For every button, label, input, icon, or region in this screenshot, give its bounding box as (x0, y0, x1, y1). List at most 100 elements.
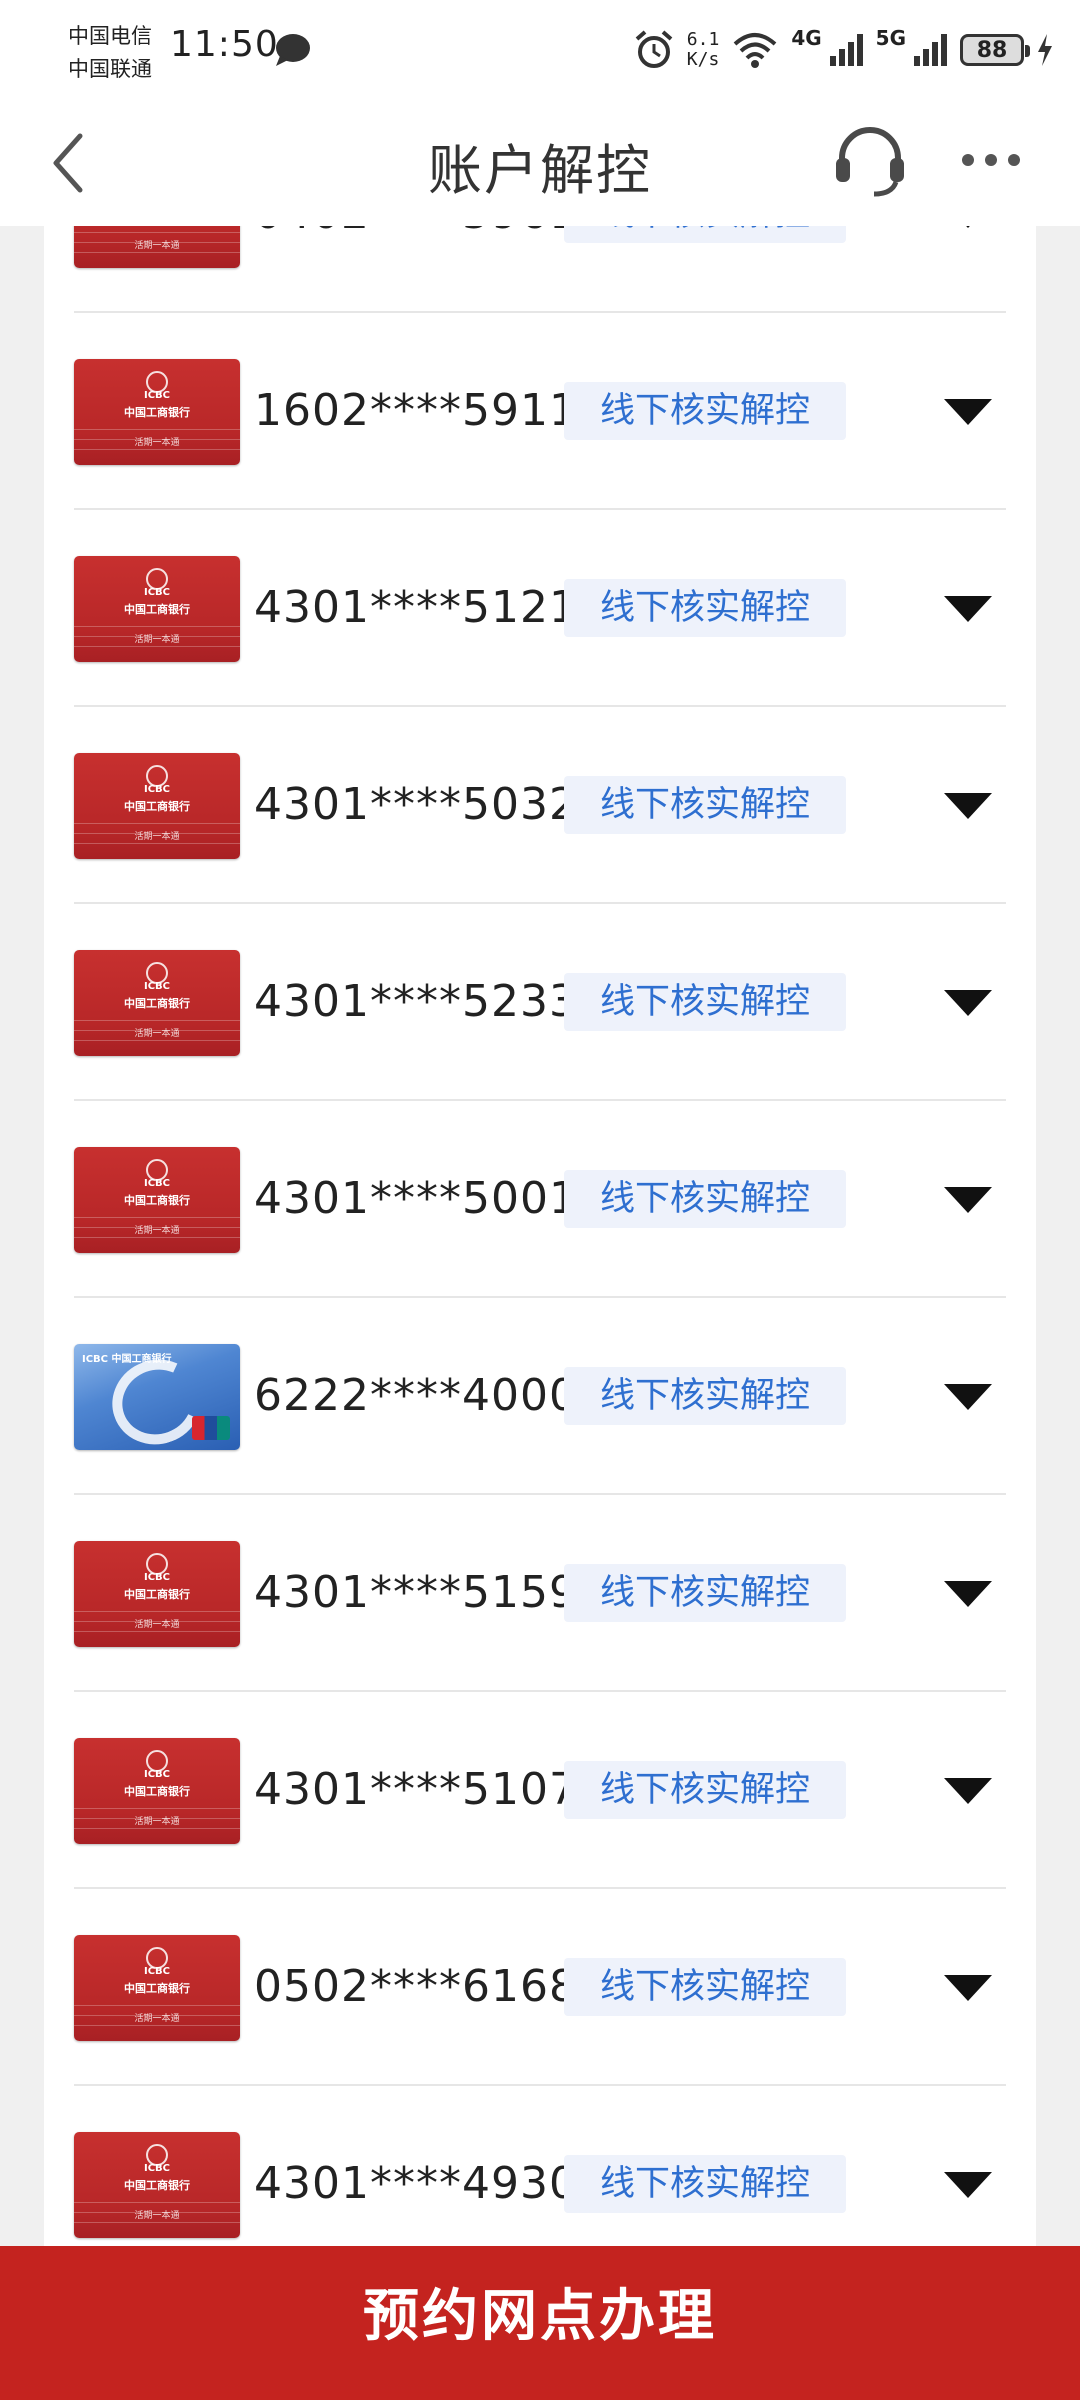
offline-verify-unlock-button[interactable]: 线下核实解控 (564, 1170, 846, 1228)
card-caption-bank: 中国工商银行 (124, 406, 190, 419)
bank-card-image: ICBC 中国工商银行 (74, 1344, 240, 1450)
chevron-down-icon[interactable] (942, 226, 994, 230)
book-branch-button[interactable]: 预约网点办理 (0, 2246, 1080, 2400)
card-stripe (74, 2202, 240, 2203)
clock: 11:50 (170, 24, 279, 65)
bank-card-image: ICBC 中国工商银行 活期一本通 (74, 1147, 240, 1253)
account-row[interactable]: ICBC 中国工商银行 活期一本通 0402****5961 线下核实解控 (74, 226, 1006, 313)
more-dots-icon[interactable] (958, 140, 1024, 180)
charging-icon (1038, 34, 1052, 66)
card-caption-bank: 中国工商银行 (124, 1194, 190, 1207)
chevron-down-icon[interactable] (942, 1579, 994, 1609)
card-caption-bank: 中国工商银行 (124, 1785, 190, 1798)
offline-verify-unlock-button[interactable]: 线下核实解控 (564, 226, 846, 243)
status-bar: 中国电信 中国联通 11:50 6.1 K/s 4G 5G 88 (0, 0, 1080, 100)
card-stripe (74, 2222, 240, 2223)
account-row[interactable]: ICBC 中国工商银行 活期一本通 1602****5911 线下核实解控 (74, 313, 1006, 510)
offline-verify-unlock-button[interactable]: 线下核实解控 (564, 1367, 846, 1425)
carrier-2: 中国联通 (68, 57, 152, 81)
chevron-down-icon[interactable] (942, 594, 994, 624)
card-stripe (74, 1040, 240, 1041)
card-caption-top: ICBC (143, 1769, 171, 1780)
card-caption-top: ICBC (143, 1572, 171, 1583)
account-row[interactable]: ICBC 中国工商银行 活期一本通 0502****6168 线下核实解控 (74, 1889, 1006, 2086)
account-row[interactable]: ICBC 中国工商银行 活期一本通 4301****5032 线下核实解控 (74, 707, 1006, 904)
account-number: 1602****5911 (254, 385, 578, 436)
net-speed-value: 6.1 (686, 29, 720, 50)
card-caption-bank: 中国工商银行 (124, 1982, 190, 1995)
card-stripe (74, 1631, 240, 1632)
card-stripe (74, 232, 240, 233)
headset-icon[interactable] (830, 120, 910, 200)
card-stripe (74, 1020, 240, 1021)
offline-verify-unlock-button[interactable]: 线下核实解控 (564, 1958, 846, 2016)
offline-verify-unlock-button[interactable]: 线下核实解控 (564, 776, 846, 834)
card-caption-bottom: 活期一本通 (134, 2014, 180, 2024)
card-caption-bank: 中国工商银行 (124, 1588, 190, 1601)
card-stripe (74, 1828, 240, 1829)
chevron-down-icon[interactable] (942, 397, 994, 427)
account-list-track: ICBC 中国工商银行 活期一本通 0402****5961 线下核实解控 IC… (44, 226, 1036, 2246)
chat-bubble-icon (276, 34, 310, 66)
net-speed: 6.1 K/s (687, 30, 720, 70)
carrier-1: 中国电信 (68, 24, 152, 48)
bank-card-image: ICBC 中国工商银行 活期一本通 (74, 226, 240, 268)
offline-verify-unlock-button[interactable]: 线下核实解控 (564, 382, 846, 440)
account-number: 0402****5961 (254, 226, 578, 244)
card-stripe (74, 1237, 240, 1238)
screen: 中国电信 中国联通 11:50 6.1 K/s 4G 5G 88 账户解控 活期… (0, 0, 1080, 2400)
account-row[interactable]: ICBC 中国工商银行 活期一本通 4301****5233 线下核实解控 (74, 904, 1006, 1101)
account-row[interactable]: ICBC 中国工商银行 活期一本通 4301****5121 线下核实解控 (74, 510, 1006, 707)
account-number: 0502****6168 (254, 1961, 578, 2012)
account-number: 4301****5032 (254, 779, 578, 830)
account-row[interactable]: ICBC 中国工商银行 活期一本通 4301****5159 线下核实解控 (74, 1495, 1006, 1692)
chevron-down-icon[interactable] (942, 1185, 994, 1215)
card-caption-bank: 中国工商银行 (124, 997, 190, 1010)
card-stripe (74, 252, 240, 253)
account-number: 4301****5107 (254, 1764, 578, 1815)
chevron-down-icon[interactable] (942, 2170, 994, 2200)
card-caption-bottom: 活期一本通 (134, 1226, 180, 1236)
chevron-down-icon[interactable] (942, 1382, 994, 1412)
card-caption-bank: 中国工商银行 (124, 603, 190, 616)
card-stripe (74, 843, 240, 844)
account-row[interactable]: ICBC 中国工商银行 活期一本通 4301****4930 线下核实解控 (74, 2086, 1006, 2246)
account-row[interactable]: ICBC 中国工商银行 6222****4000 线下核实解控 (74, 1298, 1006, 1495)
chevron-down-icon[interactable] (942, 988, 994, 1018)
chevron-down-icon[interactable] (942, 791, 994, 821)
offline-verify-unlock-button[interactable]: 线下核实解控 (564, 579, 846, 637)
card-caption-top: ICBC (143, 2163, 171, 2174)
card-caption-bottom: 活期一本通 (134, 635, 180, 645)
signal-icon (914, 34, 947, 66)
card-stripe (74, 2005, 240, 2006)
card-caption-bottom: 活期一本通 (134, 241, 180, 251)
offline-verify-unlock-button[interactable]: 线下核实解控 (564, 973, 846, 1031)
offline-verify-unlock-button[interactable]: 线下核实解控 (564, 1761, 846, 1819)
offline-verify-unlock-button[interactable]: 线下核实解控 (564, 1564, 846, 1622)
bank-card-image: ICBC 中国工商银行 活期一本通 (74, 950, 240, 1056)
bank-card-image: ICBC 中国工商银行 活期一本通 (74, 1541, 240, 1647)
bank-card-image: ICBC 中国工商银行 活期一本通 (74, 1738, 240, 1844)
signal-2-label: 5G (875, 26, 906, 50)
card-stripe (74, 429, 240, 430)
offline-verify-unlock-button[interactable]: 线下核实解控 (564, 2155, 846, 2213)
card-caption-bottom: 活期一本通 (134, 832, 180, 842)
card-stripe (74, 1611, 240, 1612)
card-caption-bottom: 活期一本通 (134, 1620, 180, 1630)
account-row[interactable]: ICBC 中国工商银行 活期一本通 4301****5001 线下核实解控 (74, 1101, 1006, 1298)
signal-1-label: 4G (791, 26, 822, 50)
account-number: 4301****4930 (254, 2158, 578, 2209)
account-row[interactable]: ICBC 中国工商银行 活期一本通 4301****5107 线下核实解控 (74, 1692, 1006, 1889)
card-stripe (74, 1808, 240, 1809)
card-caption-top: ICBC (143, 784, 171, 795)
bank-card-image: ICBC 中国工商银行 活期一本通 (74, 556, 240, 662)
card-stripe (74, 2025, 240, 2026)
account-list[interactable]: ICBC 中国工商银行 活期一本通 0402****5961 线下核实解控 IC… (44, 226, 1036, 2246)
chevron-down-icon[interactable] (942, 1776, 994, 1806)
bank-card-image: ICBC 中国工商银行 活期一本通 (74, 1935, 240, 2041)
card-caption-bank: 中国工商银行 (124, 800, 190, 813)
card-caption-bottom: 活期一本通 (134, 1817, 180, 1827)
account-number: 4301****5001 (254, 1173, 578, 1224)
chevron-down-icon[interactable] (942, 1973, 994, 2003)
card-caption-top: ICBC (143, 981, 171, 992)
